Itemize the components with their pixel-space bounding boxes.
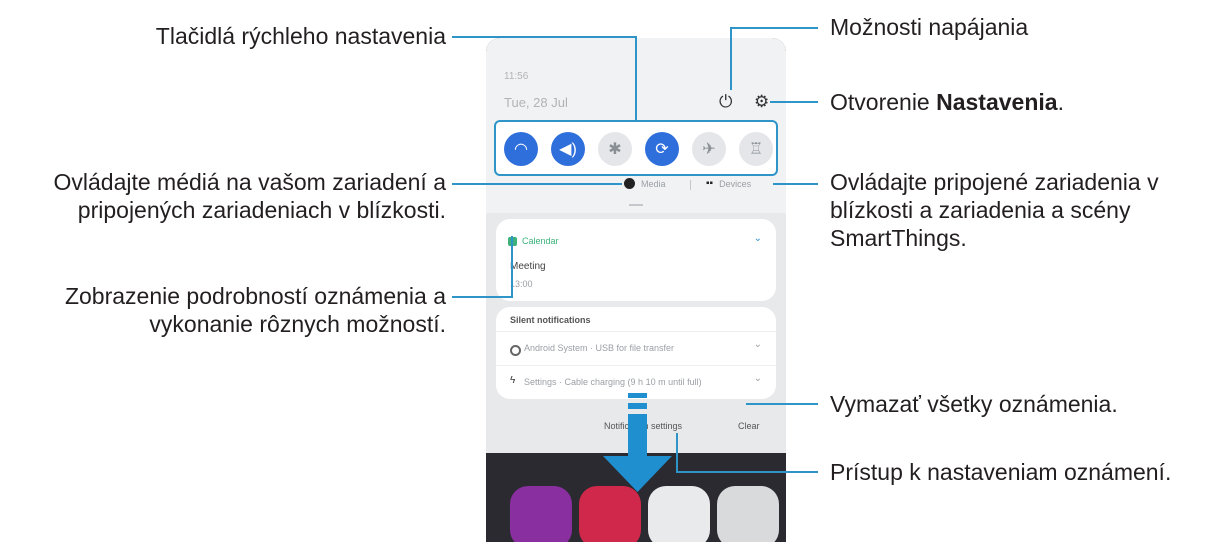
gear-icon[interactable]: ⚙ (754, 92, 769, 112)
divider (496, 365, 776, 366)
bluetooth-toggle-icon[interactable]: ✱ (598, 132, 632, 166)
callout-line (730, 27, 818, 29)
media-button[interactable]: Media (624, 178, 666, 189)
sound-toggle-icon[interactable]: ◀) (551, 132, 585, 166)
clear-all-label: Vymazať všetky oznámenia. (830, 391, 1118, 417)
callout-line (452, 36, 636, 38)
quick-settings-row: ◠ ◀) ✱ ⟳ ✈ ♖ (494, 120, 778, 176)
expand-icon[interactable]: ⌄ (754, 373, 762, 384)
silent-header: Silent notifications (510, 315, 591, 325)
google-folder-app-icon[interactable] (717, 486, 779, 542)
callout-line (452, 296, 512, 298)
callout-line (773, 183, 818, 185)
expand-icon[interactable]: ⌄ (754, 233, 762, 244)
callout-line (635, 36, 637, 120)
expand-icon[interactable]: ⌄ (754, 339, 762, 350)
open-settings-label: Otvorenie Nastavenia. (830, 89, 1064, 115)
callout-line (730, 27, 732, 90)
callout-line (452, 183, 622, 185)
calendar-notification[interactable]: Calendar ⌄ Meeting 13:00 (496, 219, 776, 301)
devices-control-label: Ovládajte pripojené zariadenia v blízkos… (830, 169, 1159, 251)
callout-line (676, 471, 818, 473)
galaxy-store-app-icon[interactable] (510, 486, 572, 542)
notification-details-label: Zobrazenie podrobností oznámenia a vykon… (64, 283, 446, 337)
flashlight-toggle-icon[interactable]: ♖ (739, 132, 773, 166)
date: Tue, 28 Jul (504, 95, 568, 110)
power-options-label: Možnosti napájania (830, 14, 1029, 40)
power-icon[interactable]: ⏻ (719, 92, 732, 112)
callout-line (746, 403, 818, 405)
silent-item[interactable]: Android System · USB for file transfer (524, 343, 674, 353)
quick-settings-label: Tlačidlá rýchleho nastavenia (155, 23, 446, 49)
clear-button[interactable]: Clear (738, 421, 760, 431)
drag-handle[interactable] (629, 204, 643, 206)
devices-grid-icon: ▪▪ (706, 178, 714, 189)
gallery-app-icon[interactable] (579, 486, 641, 542)
charging-icon: ϟ (510, 375, 516, 386)
notification-title: Meeting (510, 261, 546, 272)
callout-line (770, 101, 818, 103)
divider (496, 331, 776, 332)
notification-app: Calendar (522, 236, 559, 246)
callout-line (511, 236, 513, 298)
android-system-icon (510, 345, 521, 356)
wifi-toggle-icon[interactable]: ◠ (504, 132, 538, 166)
silent-notifications-group: Silent notifications Android System · US… (496, 307, 776, 399)
notification-subtitle: 13:00 (510, 279, 533, 289)
devices-label: Devices (719, 178, 752, 189)
media-control-label: Ovládajte médiá na vašom zariadení a pri… (53, 169, 447, 223)
play-store-app-icon[interactable] (648, 486, 710, 542)
airplane-mode-toggle-icon[interactable]: ✈ (692, 132, 726, 166)
play-icon (624, 178, 635, 189)
media-label: Media (641, 178, 666, 189)
auto-rotate-toggle-icon[interactable]: ⟳ (645, 132, 679, 166)
clock: 11:56 (504, 71, 529, 82)
separator (690, 180, 691, 190)
silent-item[interactable]: Settings · Cable charging (9 h 10 m unti… (524, 377, 702, 387)
callout-line (676, 433, 678, 472)
devices-button[interactable]: ▪▪ Devices (706, 178, 751, 189)
notification-settings-access-label: Prístup k nastaveniam oznámení. (830, 459, 1172, 485)
